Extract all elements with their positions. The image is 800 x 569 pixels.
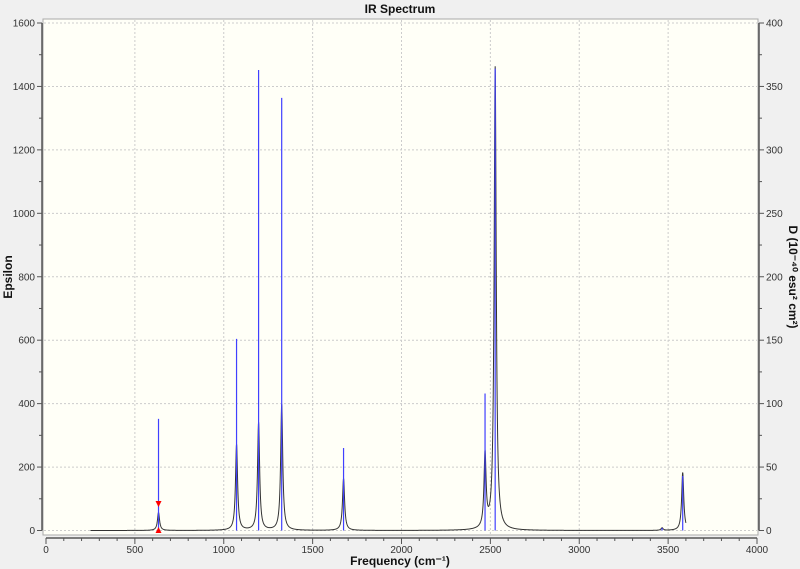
x-tick-label: 500: [127, 545, 144, 556]
chart-title: IR Spectrum: [365, 2, 436, 16]
y2-axis-label: D (10⁻⁴⁰ esu² cm²): [786, 225, 800, 328]
y-tick-label: 1600: [13, 19, 36, 30]
y2-tick-label: 300: [766, 145, 783, 156]
x-tick-label: 1000: [213, 545, 236, 556]
y2-tick-label: 400: [766, 19, 783, 30]
x-tick-label: 2500: [479, 545, 502, 556]
y2-tick-label: 250: [766, 209, 783, 220]
y-axis-label: Epsilon: [1, 255, 15, 298]
y2-tick-label: 50: [766, 463, 778, 474]
x-tick-label: 4000: [746, 545, 769, 556]
x-tick-label: 1500: [302, 545, 325, 556]
y-tick-label: 0: [29, 526, 35, 537]
x-tick-label: 3500: [657, 545, 680, 556]
y2-tick-label: 350: [766, 82, 783, 93]
x-tick-label: 0: [43, 545, 49, 556]
y2-tick-label: 150: [766, 336, 783, 347]
y-tick-label: 1400: [13, 82, 36, 93]
y2-tick-label: 0: [766, 526, 772, 537]
y-tick-label: 600: [18, 336, 35, 347]
x-tick-label: 3000: [568, 545, 591, 556]
ir-spectrum-chart: IR Spectrum 0200400600800100012001400160…: [1, 2, 800, 568]
y-tick-label: 200: [18, 463, 35, 474]
y-tick-label: 1000: [13, 209, 36, 220]
x-axis-label: Frequency (cm⁻¹): [350, 554, 450, 568]
y-tick-label: 1200: [13, 145, 36, 156]
y2-tick-label: 100: [766, 399, 783, 410]
y-tick-label: 800: [18, 272, 35, 283]
y-tick-label: 400: [18, 399, 35, 410]
y2-tick-label: 200: [766, 272, 783, 283]
